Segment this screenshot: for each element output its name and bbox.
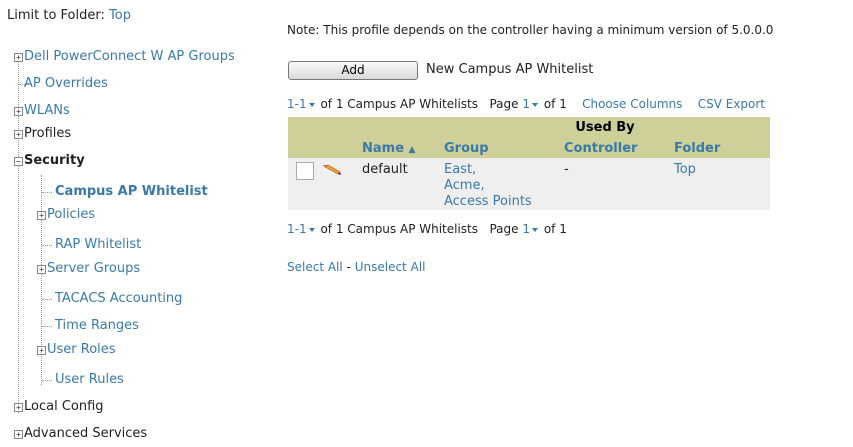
group-link[interactable]: East, (444, 162, 556, 178)
tree-item-user-roles[interactable]: User Roles (47, 342, 116, 357)
add-button[interactable]: Add (288, 61, 418, 80)
group-link[interactable]: Acme, (444, 178, 556, 194)
table-row: default East, Acme, Access Points - Top (288, 158, 770, 210)
header-spacer (318, 138, 358, 158)
limit-to-folder: Limit to Folder: Top (7, 8, 131, 23)
page-label: Page (489, 222, 519, 236)
select-all-link[interactable]: Select All (287, 260, 343, 274)
expand-icon[interactable]: + (37, 346, 46, 355)
column-name-header[interactable]: Name ▲ (358, 138, 440, 158)
tree-connector (42, 326, 52, 327)
expand-icon[interactable]: + (14, 53, 23, 62)
tree-connector (42, 192, 52, 193)
add-caption: New Campus AP Whitelist (426, 62, 594, 77)
column-group-header[interactable]: Group (440, 138, 560, 158)
pager-top: 1-1 of 1 Campus AP Whitelists Page 1 of … (287, 97, 765, 111)
tree-item-campus-ap-whitelist[interactable]: Campus AP Whitelist (55, 184, 208, 199)
row-name: default (358, 158, 440, 210)
tree-connector (42, 380, 52, 381)
tree-item-wlans[interactable]: WLANs (24, 103, 70, 118)
version-note: Note: This profile depends on the contro… (287, 23, 774, 37)
tree-item-advanced-services[interactable]: Advanced Services (24, 426, 147, 441)
pager-text: of 1 Campus AP Whitelists (320, 97, 479, 111)
selection-separator: - (346, 260, 351, 274)
selection-links: Select All - Unselect All (287, 260, 425, 274)
tree-item-time-ranges[interactable]: Time Ranges (55, 318, 139, 333)
tree-item-ap-groups[interactable]: Dell PowerConnect W AP Groups (24, 49, 235, 64)
tree-item-ap-overrides[interactable]: AP Overrides (24, 76, 108, 91)
sort-asc-icon: ▲ (408, 144, 416, 155)
used-by-header: Used By (440, 117, 770, 138)
row-controller: - (560, 158, 670, 210)
page-label: Page (489, 97, 519, 111)
column-controller-header[interactable]: Controller (560, 138, 670, 158)
tree-connector (42, 299, 52, 300)
row-checkbox[interactable] (296, 162, 314, 180)
tree-item-profiles[interactable]: Profiles (24, 126, 71, 141)
tree-item-server-groups[interactable]: Server Groups (47, 261, 140, 276)
chevron-down-icon[interactable] (532, 227, 538, 232)
unselect-all-link[interactable]: Unselect All (355, 260, 426, 274)
expand-icon[interactable]: + (14, 107, 23, 116)
header-spacer (288, 138, 318, 158)
tree-item-user-rules[interactable]: User Rules (55, 372, 124, 387)
limit-folder-link[interactable]: Top (109, 8, 131, 23)
pager-range-select[interactable]: 1-1 (287, 97, 307, 111)
chevron-down-icon[interactable] (308, 102, 315, 107)
page-select[interactable]: 1 (522, 222, 530, 236)
pager-bottom: 1-1 of 1 Campus AP Whitelists Page 1 of … (287, 222, 567, 236)
expand-icon[interactable]: + (14, 130, 23, 139)
pager-range-select[interactable]: 1-1 (287, 222, 307, 236)
chevron-down-icon[interactable] (308, 227, 315, 232)
pencil-icon[interactable] (322, 162, 342, 176)
tree-item-security[interactable]: Security (24, 153, 85, 168)
row-folder-link[interactable]: Top (674, 162, 696, 177)
column-name-label: Name (362, 140, 405, 156)
pager-text: of 1 Campus AP Whitelists (320, 222, 479, 236)
tree-connector (42, 245, 52, 246)
column-folder-header[interactable]: Folder (670, 138, 770, 158)
choose-columns-link[interactable]: Choose Columns (582, 97, 682, 111)
page-total: of 1 (543, 97, 567, 111)
header-spacer (288, 117, 440, 138)
tree-item-policies[interactable]: Policies (47, 207, 95, 222)
tree-item-local-config[interactable]: Local Config (24, 399, 104, 414)
group-link[interactable]: Access Points (444, 194, 556, 210)
limit-label: Limit to Folder: (7, 8, 105, 23)
whitelist-table: Used By Name ▲ Group Controller Folder d… (288, 117, 770, 210)
expand-icon[interactable]: + (37, 211, 46, 220)
csv-export-link[interactable]: CSV Export (698, 97, 765, 111)
tree-item-rap-whitelist[interactable]: RAP Whitelist (55, 237, 141, 252)
page-total: of 1 (543, 222, 567, 236)
tree-item-tacacs-accounting[interactable]: TACACS Accounting (55, 291, 182, 306)
expand-icon[interactable]: + (14, 430, 23, 439)
page-select[interactable]: 1 (522, 97, 530, 111)
expand-icon[interactable]: + (14, 403, 23, 412)
chevron-down-icon[interactable] (532, 102, 538, 107)
expand-icon[interactable]: + (37, 265, 46, 274)
collapse-icon[interactable]: − (14, 157, 23, 166)
